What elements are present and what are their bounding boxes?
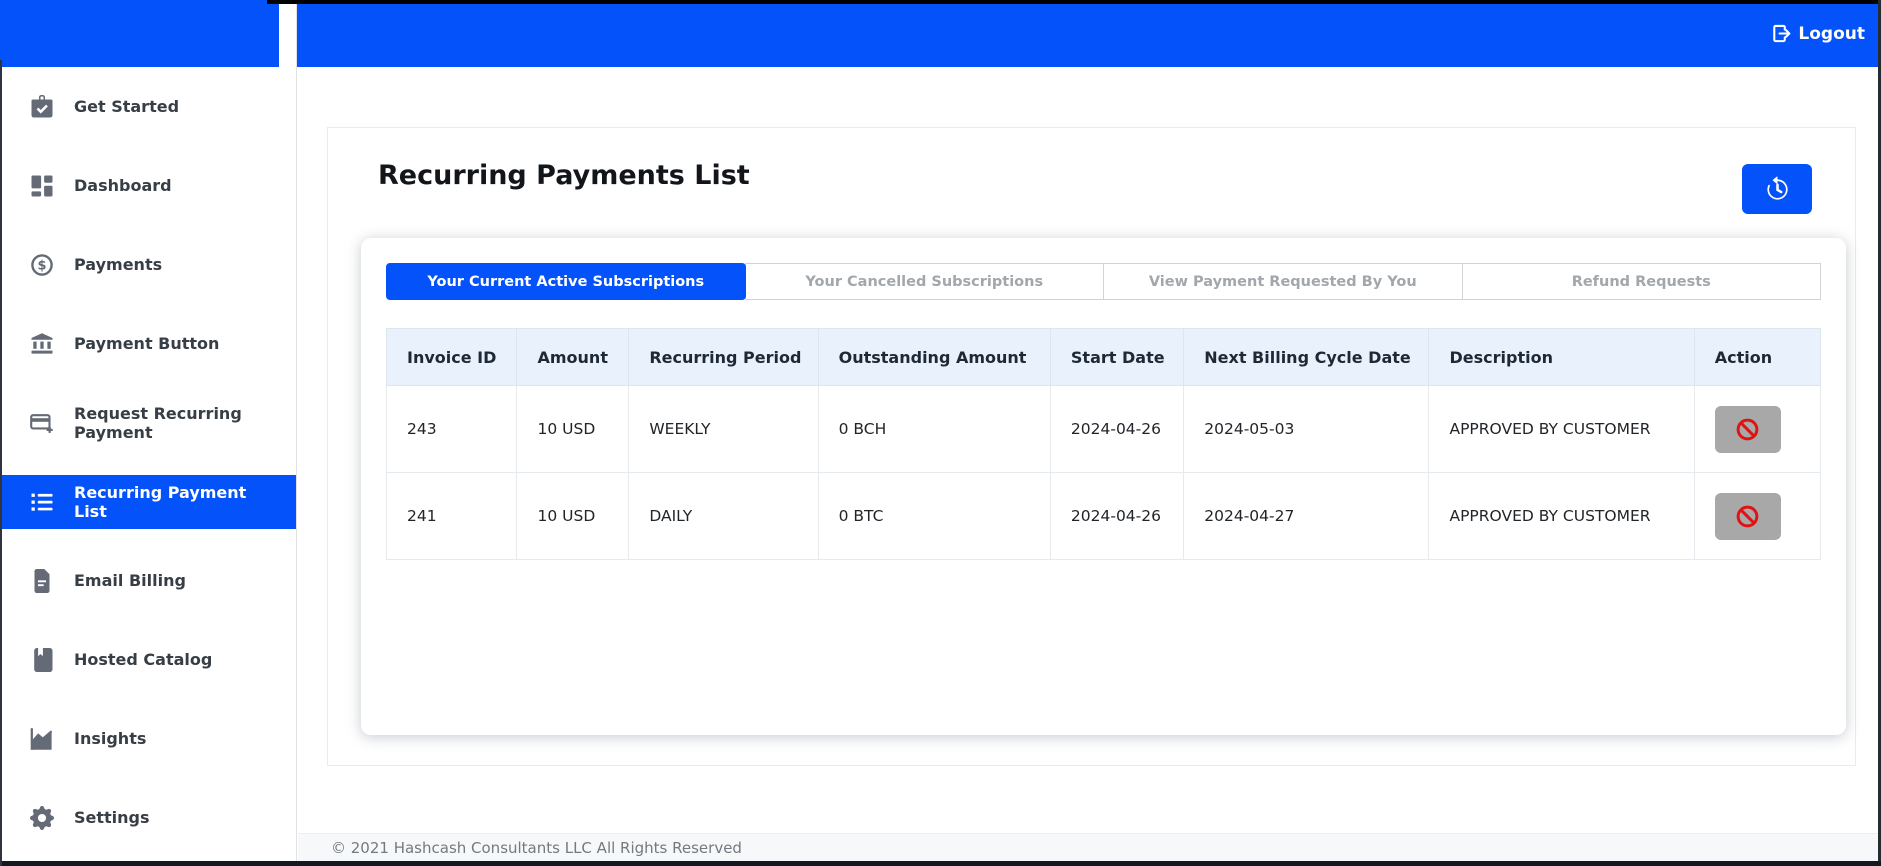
tab-view-payment-requested[interactable]: View Payment Requested By You xyxy=(1103,263,1463,300)
subscriptions-table: Invoice ID Amount Recurring Period Outst… xyxy=(385,328,1822,560)
col-recurring-period: Recurring Period xyxy=(628,328,819,386)
refresh-button[interactable] xyxy=(1742,164,1812,214)
tab-current-active-subscriptions[interactable]: Your Current Active Subscriptions xyxy=(386,263,746,300)
sidebar-item-insights[interactable]: Insights xyxy=(0,712,296,766)
col-next-billing-cycle-date: Next Billing Cycle Date xyxy=(1183,328,1430,386)
file-text-icon xyxy=(30,569,56,593)
table-row: 243 10 USD WEEKLY 0 BCH 2024-04-26 2024-… xyxy=(385,385,1822,473)
ban-icon xyxy=(1736,505,1759,527)
sidebar-item-label: Insights xyxy=(74,729,147,749)
app-window: Logout Get Started Dashboard $ Payments … xyxy=(0,0,1881,866)
cancel-subscription-button[interactable] xyxy=(1714,405,1781,453)
sidebar-item-label: Get Started xyxy=(74,97,180,117)
cell-next-billing-cycle-date: 2024-05-03 xyxy=(1183,385,1430,473)
dashboard-grid-icon xyxy=(30,174,56,198)
list-icon xyxy=(30,490,56,514)
history-icon xyxy=(1766,175,1788,200)
sidebar-item-label: Hosted Catalog xyxy=(74,650,213,670)
cell-next-billing-cycle-date: 2024-04-27 xyxy=(1183,472,1430,560)
recurring-payments-card: Recurring Payments List Your Current Act… xyxy=(327,127,1856,766)
cell-outstanding-amount: 0 BCH xyxy=(817,385,1051,473)
subscriptions-panel: Your Current Active Subscriptions Your C… xyxy=(361,238,1846,735)
sidebar-item-label: Dashboard xyxy=(74,176,172,196)
window-left-border xyxy=(0,60,2,866)
logout-button[interactable]: Logout xyxy=(1771,23,1865,44)
cell-recurring-period: DAILY xyxy=(628,472,819,560)
cell-description: APPROVED BY CUSTOMER xyxy=(1428,472,1695,560)
sidebar-item-payment-button[interactable]: Payment Button xyxy=(0,317,296,371)
topbar: Logout xyxy=(281,0,1881,67)
cell-amount: 10 USD xyxy=(516,472,630,560)
cell-invoice-id: 243 xyxy=(385,385,518,473)
col-action: Action xyxy=(1693,328,1822,386)
table-row: 241 10 USD DAILY 0 BTC 2024-04-26 2024-0… xyxy=(385,472,1822,560)
col-amount: Amount xyxy=(516,328,630,386)
col-description: Description xyxy=(1428,328,1695,386)
cell-recurring-period: WEEKLY xyxy=(628,385,819,473)
sidebar-item-label: Payments xyxy=(74,255,163,275)
sidebar-item-get-started[interactable]: Get Started xyxy=(0,80,296,134)
copyright-text: © 2021 Hashcash Consultants LLC All Righ… xyxy=(331,838,742,857)
sidebar-nav: Get Started Dashboard $ Payments Payment… xyxy=(0,67,296,845)
svg-text:$: $ xyxy=(38,259,47,274)
dollar-circle-icon: $ xyxy=(30,253,56,277)
briefcase-check-icon xyxy=(30,95,56,119)
sidebar-item-label: Recurring Payment List xyxy=(74,482,247,521)
gear-icon xyxy=(30,806,56,830)
sidebar-item-label: Email Billing xyxy=(74,571,186,591)
logout-label: Logout xyxy=(1798,23,1865,44)
sidebar-item-dashboard[interactable]: Dashboard xyxy=(0,159,296,213)
col-invoice-id: Invoice ID xyxy=(385,328,518,386)
logo-area xyxy=(0,0,279,67)
footer: © 2021 Hashcash Consultants LLC All Righ… xyxy=(298,833,1878,861)
bank-icon xyxy=(30,332,56,356)
cell-action xyxy=(1693,472,1822,560)
cell-amount: 10 USD xyxy=(516,385,630,473)
sidebar-item-label: Settings xyxy=(74,808,150,828)
sidebar-item-hosted-catalog[interactable]: Hosted Catalog xyxy=(0,633,296,687)
cell-start-date: 2024-04-26 xyxy=(1049,472,1185,560)
page-title: Recurring Payments List xyxy=(378,160,750,191)
col-outstanding-amount: Outstanding Amount xyxy=(817,328,1051,386)
chart-line-icon xyxy=(30,727,56,751)
cell-description: APPROVED BY CUSTOMER xyxy=(1428,385,1695,473)
cell-outstanding-amount: 0 BTC xyxy=(817,472,1051,560)
tab-cancelled-subscriptions[interactable]: Your Cancelled Subscriptions xyxy=(744,263,1104,300)
cell-action xyxy=(1693,385,1822,473)
tab-group: Your Current Active Subscriptions Your C… xyxy=(386,263,1821,300)
book-icon xyxy=(30,648,56,672)
cell-start-date: 2024-04-26 xyxy=(1049,385,1185,473)
sidebar-item-label: Payment Button xyxy=(74,334,220,354)
sidebar-item-request-recurring-payment[interactable]: Request Recurring Payment xyxy=(0,396,296,450)
sidebar-item-recurring-payment-list[interactable]: Recurring Payment List xyxy=(0,475,296,529)
sidebar-item-settings[interactable]: Settings xyxy=(0,791,296,845)
cell-invoice-id: 241 xyxy=(385,472,518,560)
sidebar-item-label: Request Recurring Payment xyxy=(74,403,242,442)
sidebar-item-email-billing[interactable]: Email Billing xyxy=(0,554,296,608)
cancel-subscription-button[interactable] xyxy=(1714,492,1781,540)
tab-refund-requests[interactable]: Refund Requests xyxy=(1461,263,1821,300)
window-top-border xyxy=(267,0,1881,4)
card-plus-icon xyxy=(30,411,56,435)
window-bottom-border xyxy=(0,861,1881,866)
sidebar-item-payments[interactable]: $ Payments xyxy=(0,238,296,292)
table-header-row: Invoice ID Amount Recurring Period Outst… xyxy=(385,328,1822,386)
ban-icon xyxy=(1736,418,1759,440)
logout-icon xyxy=(1773,24,1791,43)
sidebar: Get Started Dashboard $ Payments Payment… xyxy=(0,0,297,866)
col-start-date: Start Date xyxy=(1049,328,1185,386)
